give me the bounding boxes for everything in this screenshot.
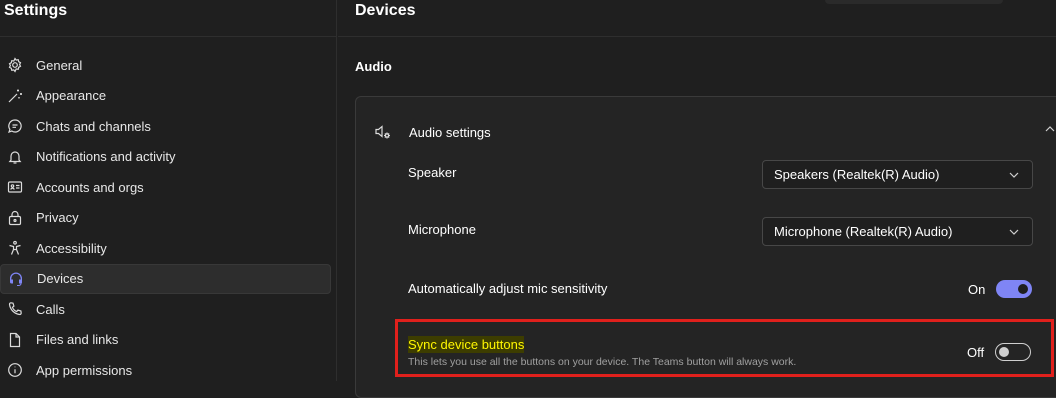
- chevron-down-icon: [1008, 226, 1020, 238]
- speaker-label: Speaker: [408, 165, 457, 180]
- sidebar-item-label: Chats and channels: [36, 118, 151, 134]
- phone-icon: [7, 301, 23, 317]
- magic-wand-icon: [7, 88, 23, 104]
- sidebar-item-accounts[interactable]: Accounts and orgs: [0, 172, 337, 203]
- sidebar-item-appearance[interactable]: Appearance: [0, 81, 337, 112]
- toggle-knob: [1018, 284, 1029, 294]
- sidebar-item-label: Appearance: [36, 88, 107, 104]
- document-icon: [7, 332, 23, 348]
- sidebar-item-label: Privacy: [36, 210, 79, 226]
- sidebar-item-files-and-links[interactable]: Files and links: [0, 325, 337, 356]
- sidebar-item-label: Notifications and activity: [36, 149, 176, 165]
- sidebar-title: Settings: [4, 2, 68, 19]
- section-heading-audio: Audio: [355, 59, 392, 74]
- sidebar-item-calls[interactable]: Calls: [0, 294, 337, 325]
- chevron-down-icon: [1008, 169, 1020, 181]
- sidebar-item-label: App permissions: [36, 362, 133, 378]
- chevron-up-icon[interactable]: [1044, 123, 1056, 138]
- sidebar-item-chats-and-channels[interactable]: Chats and channels: [0, 111, 337, 142]
- sidebar-item-label: Devices: [37, 271, 84, 287]
- sidebar-divider: [0, 36, 337, 37]
- bell-icon: [7, 149, 23, 165]
- microphone-label: Microphone: [408, 222, 476, 237]
- settings-sidebar: Settings General Appearance Chats and ch…: [0, 0, 337, 381]
- sidebar-item-label: Files and links: [36, 332, 119, 348]
- sidebar-item-devices[interactable]: Devices: [0, 263, 331, 294]
- sidebar-item-label: General: [36, 57, 83, 73]
- sidebar-item-label: Calls: [36, 301, 65, 317]
- sidebar-item-notifications[interactable]: Notifications and activity: [0, 142, 337, 173]
- shield-icon: [7, 362, 23, 378]
- settings-nav: General Appearance Chats and channels No…: [0, 50, 337, 386]
- microphone-selected-value: Microphone (Realtek(R) Audio): [774, 224, 953, 239]
- gear-icon: [7, 57, 23, 73]
- page-title: Devices: [355, 2, 416, 19]
- lock-icon: [7, 210, 23, 226]
- header-divider: [338, 36, 1056, 37]
- speaker-dropdown[interactable]: Speakers (Realtek(R) Audio): [762, 160, 1033, 189]
- annotation-highlight-box: [395, 319, 1054, 377]
- auto-adjust-toggle[interactable]: [996, 280, 1033, 298]
- headset-icon: [8, 271, 24, 287]
- accessibility-icon: [7, 240, 23, 256]
- microphone-dropdown[interactable]: Microphone (Realtek(R) Audio): [762, 217, 1033, 246]
- sidebar-item-general[interactable]: General: [0, 50, 337, 81]
- sidebar-item-privacy[interactable]: Privacy: [0, 203, 337, 234]
- audio-settings-header[interactable]: Audio settings: [374, 123, 491, 141]
- speaker-settings-icon: [374, 123, 392, 141]
- speaker-selected-value: Speakers (Realtek(R) Audio): [774, 167, 940, 182]
- search-bar-edge: [825, 0, 1003, 4]
- auto-adjust-state: On: [968, 281, 986, 297]
- auto-adjust-row: Automatically adjust mic sensitivity: [408, 281, 1056, 296]
- auto-adjust-toggle-group: On: [968, 280, 1033, 298]
- audio-settings-title: Audio settings: [409, 124, 491, 140]
- chat-icon: [7, 118, 23, 134]
- sidebar-item-label: Accounts and orgs: [36, 179, 144, 195]
- auto-adjust-label: Automatically adjust mic sensitivity: [408, 281, 608, 296]
- contact-card-icon: [7, 179, 23, 195]
- sidebar-item-label: Accessibility: [36, 240, 107, 256]
- sidebar-item-accessibility[interactable]: Accessibility: [0, 233, 337, 264]
